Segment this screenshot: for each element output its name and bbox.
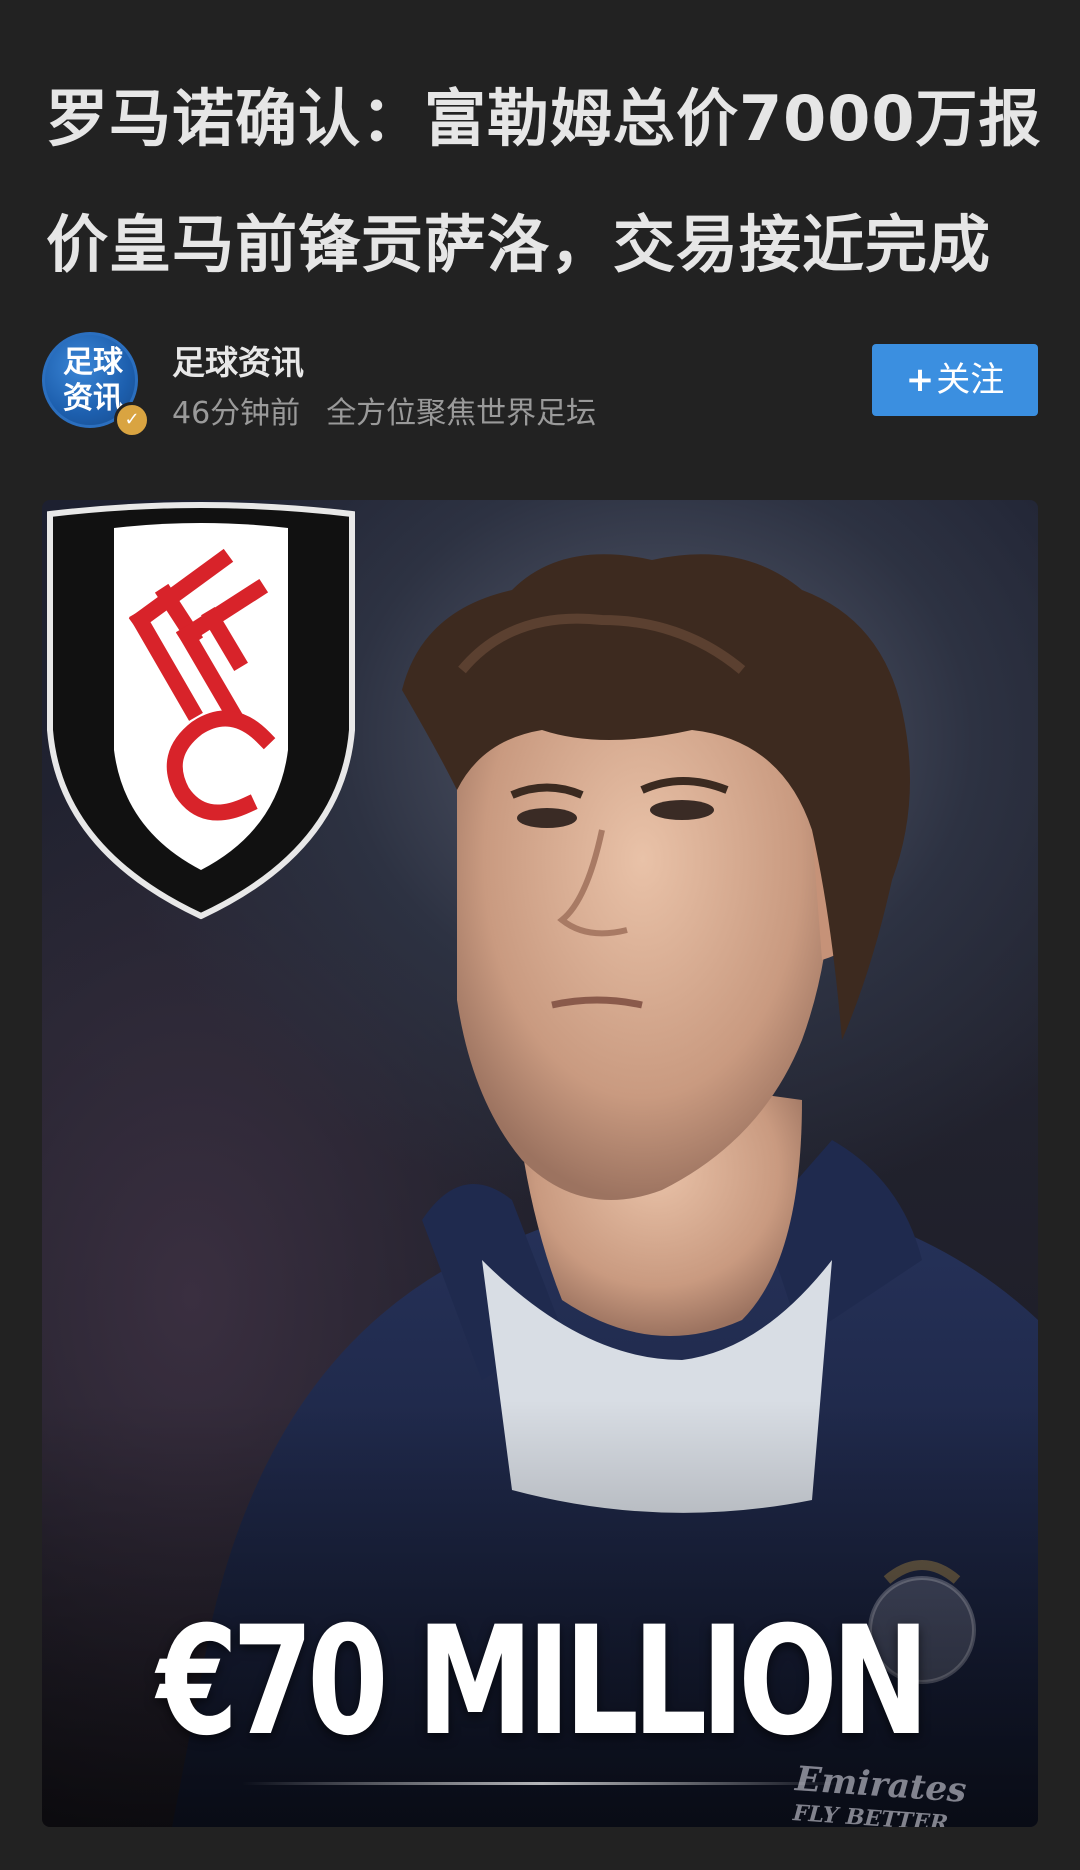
headline-underline (242, 1782, 842, 1785)
follow-label: 关注 (936, 360, 1005, 400)
fulham-crest-logo (47, 502, 355, 920)
transfer-fee-headline: €70 MILLION (156, 1595, 930, 1769)
plus-icon: + (905, 360, 935, 400)
publish-time: 46分钟前 (172, 396, 301, 431)
author-row: 足球资讯 ✓ 足球资讯 46分钟前 全方位聚焦世界足坛 +关注 (42, 330, 1038, 438)
verified-badge-icon: ✓ (114, 402, 150, 438)
hero-image[interactable]: €70 MILLION Emirates FLY BETTER (42, 500, 1038, 1827)
sponsor-logo-text: Emirates FLY BETTER (792, 1759, 967, 1827)
avatar-logo-text: 足球资讯 (63, 345, 123, 416)
article-title: 罗马诺确认：富勒姆总价7000万报 价皇马前锋贡萨洛，交易接近完成 (46, 56, 1046, 308)
author-slogan: 全方位聚焦世界足坛 (326, 396, 597, 431)
author-name[interactable]: 足球资讯 (172, 336, 304, 384)
article-title-line-2: 价皇马前锋贡萨洛，交易接近完成 (46, 208, 992, 281)
follow-button[interactable]: +关注 (872, 344, 1038, 416)
article-title-line-1: 罗马诺确认：富勒姆总价7000万报 (46, 82, 1042, 155)
author-meta: 46分钟前 全方位聚焦世界足坛 (172, 388, 596, 432)
